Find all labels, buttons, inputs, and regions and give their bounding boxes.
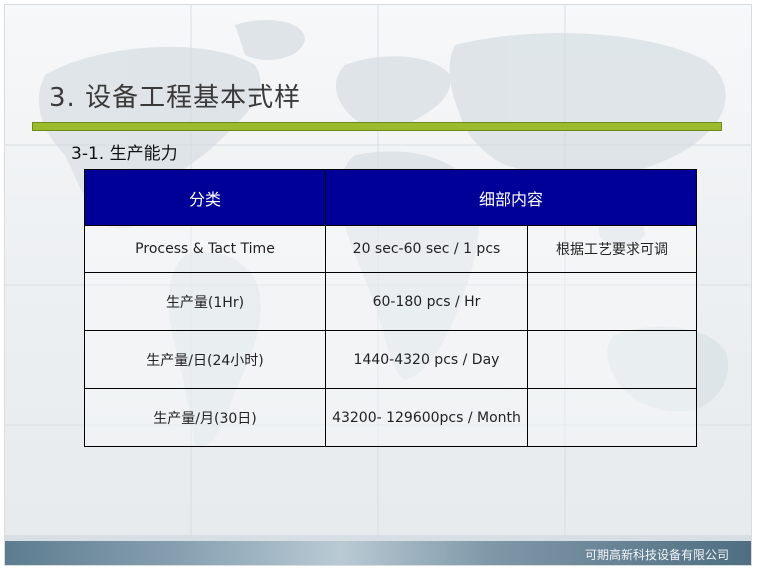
row-note	[527, 272, 697, 331]
row-category: 生产量(1Hr)	[84, 272, 326, 331]
row-detail: 1440-4320 pcs / Day	[325, 330, 528, 389]
capacity-table: 分类 细部内容 Process & Tact Time 20 sec-60 se…	[84, 169, 697, 447]
row-note: 根据工艺要求可调	[527, 225, 697, 273]
row-detail: 60-180 pcs / Hr	[325, 272, 528, 331]
table-row: 生产量/日(24小时) 1440-4320 pcs / Day	[84, 330, 697, 389]
table-row: 生产量/月(30日) 43200- 129600pcs / Month	[84, 388, 697, 447]
row-category: 生产量/月(30日)	[84, 388, 326, 447]
table-row: Process & Tact Time 20 sec-60 sec / 1 pc…	[84, 225, 697, 273]
header-category: 分类	[84, 169, 326, 226]
row-note	[527, 388, 697, 447]
slide: 3. 设备工程基本式样 3-1. 生产能力 分类 细部内容 Process & …	[5, 5, 751, 565]
footer-company-name: 可期高新科技设备有限公司	[584, 548, 729, 562]
header-detail: 细部内容	[325, 169, 697, 226]
row-detail: 43200- 129600pcs / Month	[325, 388, 528, 447]
slide-title: 3. 设备工程基本式样	[49, 83, 302, 113]
table-row: 生产量(1Hr) 60-180 pcs / Hr	[84, 272, 697, 331]
row-detail: 20 sec-60 sec / 1 pcs	[325, 225, 528, 273]
row-category: Process & Tact Time	[84, 225, 326, 273]
row-note	[527, 330, 697, 389]
section-subtitle: 3-1. 生产能力	[71, 144, 178, 164]
table-header-row: 分类 细部内容	[84, 169, 697, 226]
row-category: 生产量/日(24小时)	[84, 330, 326, 389]
title-underline-bar	[32, 122, 722, 131]
